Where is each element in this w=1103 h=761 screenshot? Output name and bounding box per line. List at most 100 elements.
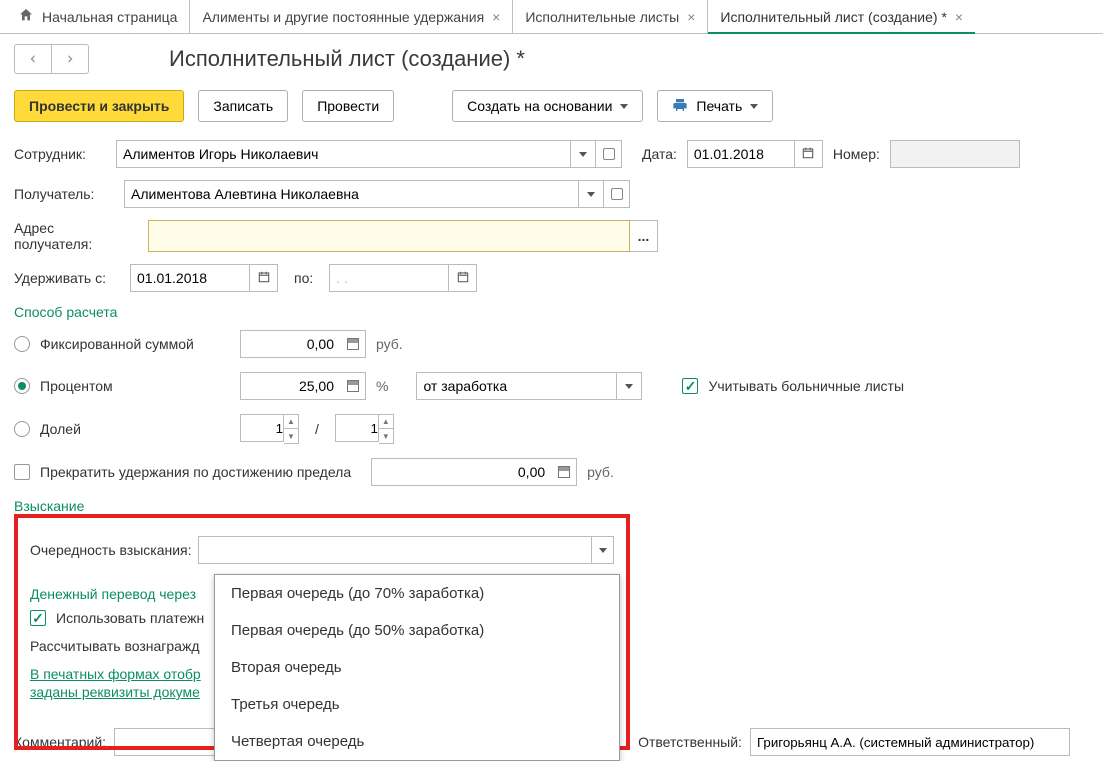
post-and-close-button[interactable]: Провести и закрыть bbox=[14, 90, 184, 122]
employee-input[interactable] bbox=[116, 140, 570, 168]
tab-home[interactable]: Начальная страница bbox=[6, 0, 190, 33]
chevron-down-icon[interactable]: ▼ bbox=[284, 429, 298, 443]
section-recovery: Взыскание bbox=[14, 498, 1089, 514]
priority-input[interactable] bbox=[198, 536, 592, 564]
home-icon bbox=[18, 7, 34, 26]
close-icon[interactable]: × bbox=[687, 9, 695, 25]
fixed-calc-button[interactable] bbox=[340, 330, 366, 358]
row-recipient-address: Адрес получателя: ... bbox=[14, 220, 1089, 252]
fraction-denom-spinner[interactable]: ▲▼ bbox=[379, 414, 394, 444]
row-recipient: Получатель: bbox=[14, 180, 1089, 208]
radio-fixed[interactable] bbox=[14, 336, 30, 352]
create-based-on-button[interactable]: Создать на основании bbox=[452, 90, 643, 122]
earnings-source-select[interactable] bbox=[416, 372, 616, 400]
chevron-down-icon bbox=[599, 548, 607, 553]
use-agent-label: Использовать платежн bbox=[56, 610, 204, 626]
number-input[interactable] bbox=[890, 140, 1020, 168]
recipient-address-input[interactable] bbox=[148, 220, 630, 252]
priority-option-1[interactable]: Первая очередь (до 70% заработка) bbox=[215, 575, 619, 612]
forward-button[interactable] bbox=[51, 44, 89, 74]
row-fraction: Долей ▲▼ / ▲▼ bbox=[14, 414, 1089, 444]
consider-sick-label: Учитывать больничные листы bbox=[708, 378, 904, 394]
priority-label: Очередность взыскания: bbox=[30, 542, 192, 558]
tab-home-label: Начальная страница bbox=[42, 9, 177, 25]
page-title: Исполнительный лист (создание) * bbox=[169, 46, 525, 72]
recipient-dropdown-button[interactable] bbox=[578, 180, 604, 208]
fraction-numer-spinner[interactable]: ▲▼ bbox=[284, 414, 299, 444]
to-date-cal-button[interactable] bbox=[449, 264, 477, 292]
fraction-denom-input[interactable] bbox=[335, 414, 379, 442]
limit-calc-button[interactable] bbox=[551, 458, 577, 486]
from-date-wrap bbox=[130, 264, 278, 292]
stop-on-limit-label: Прекратить удержания по достижению преде… bbox=[40, 464, 351, 480]
tab-orders[interactable]: Исполнительные листы × bbox=[513, 0, 708, 33]
number-label: Номер: bbox=[833, 146, 880, 162]
chevron-down-icon bbox=[620, 104, 628, 109]
save-button[interactable]: Записать bbox=[198, 90, 288, 122]
tab-current[interactable]: Исполнительный лист (создание) * × bbox=[708, 1, 975, 34]
back-button[interactable] bbox=[14, 44, 52, 74]
calendar-icon bbox=[456, 270, 470, 287]
earnings-source-dropdown[interactable] bbox=[616, 372, 642, 400]
from-date-cal-button[interactable] bbox=[250, 264, 278, 292]
limit-input[interactable] bbox=[371, 458, 551, 486]
tab-bar: Начальная страница Алименты и другие пос… bbox=[0, 0, 1103, 34]
row-limit: Прекратить удержания по достижению преде… bbox=[14, 458, 1089, 486]
chevron-down-icon[interactable]: ▼ bbox=[379, 429, 393, 443]
recovery-highlight-box: Очередность взыскания: Первая очередь (д… bbox=[14, 514, 630, 750]
recipient-input[interactable] bbox=[124, 180, 578, 208]
calendar-icon bbox=[801, 146, 815, 163]
post-button[interactable]: Провести bbox=[302, 90, 394, 122]
stop-on-limit-checkbox[interactable] bbox=[14, 464, 30, 480]
tab-current-label: Исполнительный лист (создание) * bbox=[720, 9, 947, 25]
row-employee: Сотрудник: Дата: Номер: bbox=[14, 140, 1089, 168]
close-icon[interactable]: × bbox=[492, 9, 500, 25]
employee-open-button[interactable] bbox=[596, 140, 622, 168]
chevron-up-icon[interactable]: ▲ bbox=[379, 415, 393, 429]
consider-sick-checkbox[interactable] bbox=[682, 378, 698, 394]
date-calendar-button[interactable] bbox=[795, 140, 823, 168]
tab-alimony[interactable]: Алименты и другие постоянные удержания × bbox=[190, 0, 513, 33]
use-agent-checkbox[interactable] bbox=[30, 610, 46, 626]
toolbar: Провести и закрыть Записать Провести Соз… bbox=[0, 90, 1103, 140]
row-withhold: Удерживать с: по: bbox=[14, 264, 1089, 292]
row-priority: Очередность взыскания: bbox=[30, 536, 614, 564]
to-date-input[interactable] bbox=[329, 264, 449, 292]
radio-fraction[interactable] bbox=[14, 421, 30, 437]
rub-unit-2: руб. bbox=[587, 464, 614, 480]
tab-orders-label: Исполнительные листы bbox=[525, 9, 679, 25]
fixed-amount-input[interactable] bbox=[240, 330, 340, 358]
date-input[interactable] bbox=[687, 140, 795, 168]
priority-option-4[interactable]: Третья очередь bbox=[215, 686, 619, 723]
to-label: по: bbox=[294, 270, 313, 286]
close-icon[interactable]: × bbox=[955, 9, 963, 25]
fraction-numer-input[interactable] bbox=[240, 414, 284, 442]
calculator-icon bbox=[347, 338, 359, 350]
priority-option-2[interactable]: Первая очередь (до 50% заработка) bbox=[215, 612, 619, 649]
from-date-input[interactable] bbox=[130, 264, 250, 292]
recipient-open-button[interactable] bbox=[604, 180, 630, 208]
address-more-button[interactable]: ... bbox=[630, 220, 658, 252]
chevron-up-icon[interactable]: ▲ bbox=[284, 415, 298, 429]
open-icon bbox=[611, 188, 623, 200]
print-button[interactable]: Печать bbox=[657, 90, 773, 122]
section-calc-method: Способ расчета bbox=[14, 304, 1089, 320]
priority-dropdown-button[interactable] bbox=[592, 536, 614, 564]
recipient-addr-label-1: Адрес bbox=[14, 220, 114, 236]
employee-input-wrap bbox=[116, 140, 622, 168]
percent-amount-input[interactable] bbox=[240, 372, 340, 400]
employee-dropdown-button[interactable] bbox=[570, 140, 596, 168]
responsible-input[interactable] bbox=[750, 728, 1070, 756]
open-icon bbox=[603, 148, 615, 160]
priority-option-5[interactable]: Четвертая очередь bbox=[215, 723, 619, 760]
pct-unit: % bbox=[376, 378, 388, 394]
address-wrap: ... bbox=[148, 220, 658, 252]
rub-unit: руб. bbox=[376, 336, 403, 352]
date-input-wrap bbox=[687, 140, 823, 168]
slash: / bbox=[315, 421, 319, 437]
employee-label: Сотрудник: bbox=[14, 146, 106, 162]
calculator-icon bbox=[347, 380, 359, 392]
priority-option-3[interactable]: Вторая очередь bbox=[215, 649, 619, 686]
radio-percent[interactable] bbox=[14, 378, 30, 394]
percent-calc-button[interactable] bbox=[340, 372, 366, 400]
